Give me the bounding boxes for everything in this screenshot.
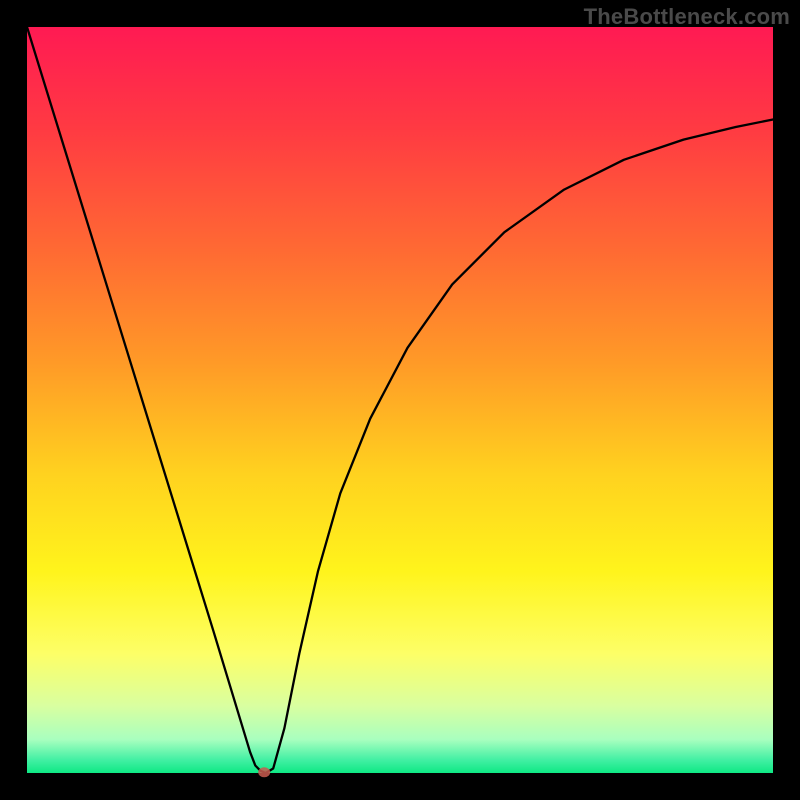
minimum-marker	[258, 767, 270, 777]
chart-container: TheBottleneck.com	[0, 0, 800, 800]
plot-background	[27, 27, 773, 773]
chart-svg	[0, 0, 800, 800]
watermark-text: TheBottleneck.com	[584, 4, 790, 30]
